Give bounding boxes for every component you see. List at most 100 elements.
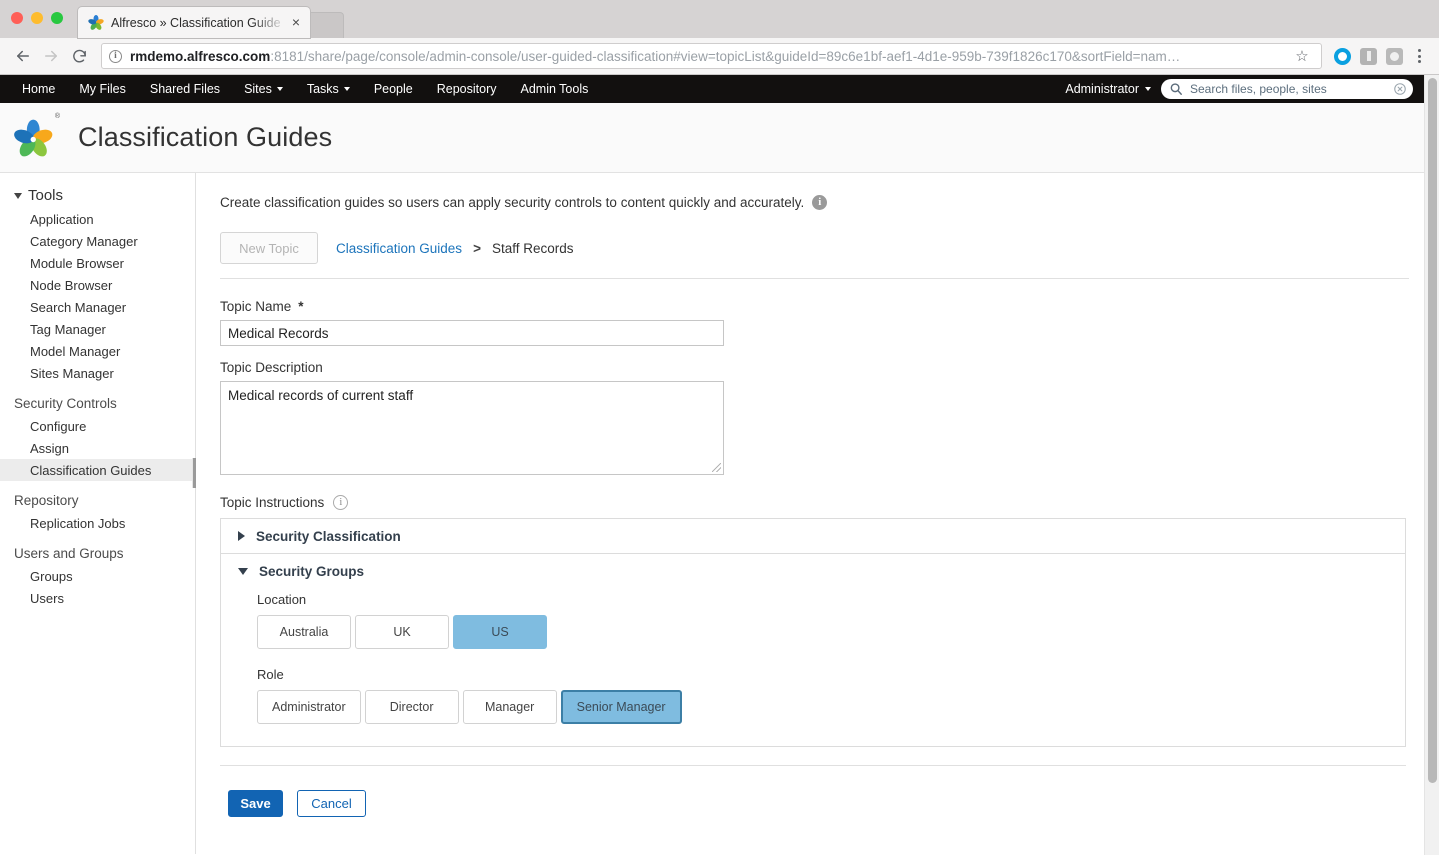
sidebar-item-node-browser[interactable]: Node Browser xyxy=(0,274,195,296)
nav-label: People xyxy=(374,82,413,96)
trademark-symbol: ® xyxy=(55,113,60,120)
sidebar-group-repository: Repository xyxy=(0,489,195,512)
location-option-uk[interactable]: UK xyxy=(355,615,449,649)
sidebar-item-sites-manager[interactable]: Sites Manager xyxy=(0,362,195,384)
alfresco-favicon-icon xyxy=(88,15,104,31)
topic-description-label: Topic Description xyxy=(220,360,1409,375)
form-actions: Save Cancel xyxy=(220,766,1409,817)
intro-text: Create classification guides so users ca… xyxy=(220,195,804,210)
sidebar-item-classification-guides[interactable]: Classification Guides xyxy=(0,459,195,481)
nav-label: Admin Tools xyxy=(521,82,589,96)
accordion-panel-security-classification: Security Classification xyxy=(220,518,1406,554)
accordion-header[interactable]: Security Classification xyxy=(221,519,1405,553)
browser-menu-icon[interactable] xyxy=(1408,49,1430,63)
sidebar-group-tools[interactable]: Tools xyxy=(0,183,195,208)
location-option-australia[interactable]: Australia xyxy=(257,615,351,649)
sidebar-item-application[interactable]: Application xyxy=(0,208,195,230)
topic-instructions-heading: Topic Instructions i xyxy=(220,495,1409,510)
breadcrumb-separator: > xyxy=(473,241,481,256)
site-info-icon[interactable]: i xyxy=(109,50,122,63)
sidebar-item-users[interactable]: Users xyxy=(0,587,195,609)
sidebar-item-model-manager[interactable]: Model Manager xyxy=(0,340,195,362)
chevron-down-icon xyxy=(238,568,248,575)
topic-instructions-label: Topic Instructions xyxy=(220,495,324,510)
nav-item-people[interactable]: People xyxy=(362,75,425,103)
topic-name-label: Topic Name * xyxy=(220,299,1409,314)
search-icon xyxy=(1169,82,1183,96)
page-scrollbar-thumb[interactable] xyxy=(1428,78,1437,783)
sidebar-item-search-manager[interactable]: Search Manager xyxy=(0,296,195,318)
back-arrow-icon[interactable] xyxy=(9,42,37,70)
search-input[interactable]: Search files, people, sites xyxy=(1190,82,1393,96)
topic-description-value: Medical records of current staff xyxy=(228,388,413,403)
sidebar-item-assign[interactable]: Assign xyxy=(0,437,195,459)
reload-icon[interactable] xyxy=(65,42,93,70)
breadcrumb-current: Staff Records xyxy=(492,241,574,256)
sidebar-item-tag-manager[interactable]: Tag Manager xyxy=(0,318,195,340)
minimize-window-button[interactable] xyxy=(31,12,43,24)
page-title: Classification Guides xyxy=(78,122,332,153)
app-header: ® Classification Guides xyxy=(0,103,1439,173)
topic-description-textarea[interactable]: Medical records of current staff xyxy=(220,381,724,475)
extension-bar-icon[interactable] xyxy=(1360,48,1377,65)
cancel-button[interactable]: Cancel xyxy=(297,790,366,817)
info-icon[interactable]: i xyxy=(333,495,348,510)
role-option-administrator[interactable]: Administrator xyxy=(257,690,361,724)
background-tab[interactable] xyxy=(306,12,344,38)
maximize-window-button[interactable] xyxy=(51,12,63,24)
browser-tab-active[interactable]: Alfresco » Classification Guide × xyxy=(78,7,310,38)
required-marker: * xyxy=(298,299,303,314)
sidebar-item-category-manager[interactable]: Category Manager xyxy=(0,230,195,252)
address-bar-url: rmdemo.alfresco.com:8181/share/page/cons… xyxy=(130,49,1289,64)
global-search-box[interactable]: Search files, people, sites xyxy=(1161,79,1413,99)
nav-label: Home xyxy=(22,82,55,96)
topic-name-input[interactable]: Medical Records xyxy=(220,320,724,346)
chevron-down-icon xyxy=(1145,87,1151,91)
nav-label: Tasks xyxy=(307,82,339,96)
close-window-button[interactable] xyxy=(11,12,23,24)
divider xyxy=(220,278,1409,279)
address-bar[interactable]: i rmdemo.alfresco.com:8181/share/page/co… xyxy=(101,43,1322,69)
nav-item-tasks[interactable]: Tasks xyxy=(295,75,362,103)
sidebar-item-module-browser[interactable]: Module Browser xyxy=(0,252,195,274)
chevron-down-icon xyxy=(277,87,283,91)
close-tab-icon[interactable]: × xyxy=(288,15,304,31)
clear-search-icon[interactable] xyxy=(1393,82,1407,96)
nav-label: Sites xyxy=(244,82,272,96)
app-body: Tools Application Category Manager Modul… xyxy=(0,173,1439,854)
location-option-us[interactable]: US xyxy=(453,615,547,649)
location-group-label: Location xyxy=(257,592,1405,607)
resize-handle[interactable] xyxy=(712,463,721,472)
info-icon[interactable]: i xyxy=(812,195,827,210)
browser-tab-title: Alfresco » Classification Guide xyxy=(111,16,288,30)
nav-item-my-files[interactable]: My Files xyxy=(67,75,138,103)
user-menu[interactable]: Administrator xyxy=(1065,82,1151,96)
breadcrumb-root-link[interactable]: Classification Guides xyxy=(336,241,462,256)
new-topic-button[interactable]: New Topic xyxy=(220,232,318,264)
bookmark-star-icon[interactable]: ☆ xyxy=(1289,43,1315,69)
sidebar-item-replication-jobs[interactable]: Replication Jobs xyxy=(0,512,195,534)
url-host: rmdemo.alfresco.com xyxy=(130,49,270,64)
accordion-header[interactable]: Security Groups xyxy=(221,554,1405,588)
url-path: :8181/share/page/console/admin-console/u… xyxy=(270,49,1180,64)
nav-item-shared-files[interactable]: Shared Files xyxy=(138,75,232,103)
user-menu-label: Administrator xyxy=(1065,82,1139,96)
nav-item-repository[interactable]: Repository xyxy=(425,75,509,103)
save-button[interactable]: Save xyxy=(228,790,283,817)
page-scrollbar[interactable] xyxy=(1424,75,1439,855)
extension-circle-icon[interactable] xyxy=(1386,48,1403,65)
nav-label: Shared Files xyxy=(150,82,220,96)
instructions-accordion: Security Classification Security Groups … xyxy=(220,518,1406,747)
role-option-manager[interactable]: Manager xyxy=(463,690,557,724)
role-option-director[interactable]: Director xyxy=(365,690,459,724)
nav-item-admin-tools[interactable]: Admin Tools xyxy=(509,75,601,103)
forward-arrow-icon xyxy=(37,42,65,70)
sidebar-item-groups[interactable]: Groups xyxy=(0,565,195,587)
chevron-right-icon xyxy=(238,531,245,541)
nav-item-home[interactable]: Home xyxy=(10,75,67,103)
role-option-senior-manager[interactable]: Senior Manager xyxy=(561,690,682,724)
extension-ring-icon[interactable] xyxy=(1334,48,1351,65)
nav-item-sites[interactable]: Sites xyxy=(232,75,295,103)
app-nav-right-group: Administrator Search files, people, site… xyxy=(1065,75,1413,103)
sidebar-item-configure[interactable]: Configure xyxy=(0,415,195,437)
